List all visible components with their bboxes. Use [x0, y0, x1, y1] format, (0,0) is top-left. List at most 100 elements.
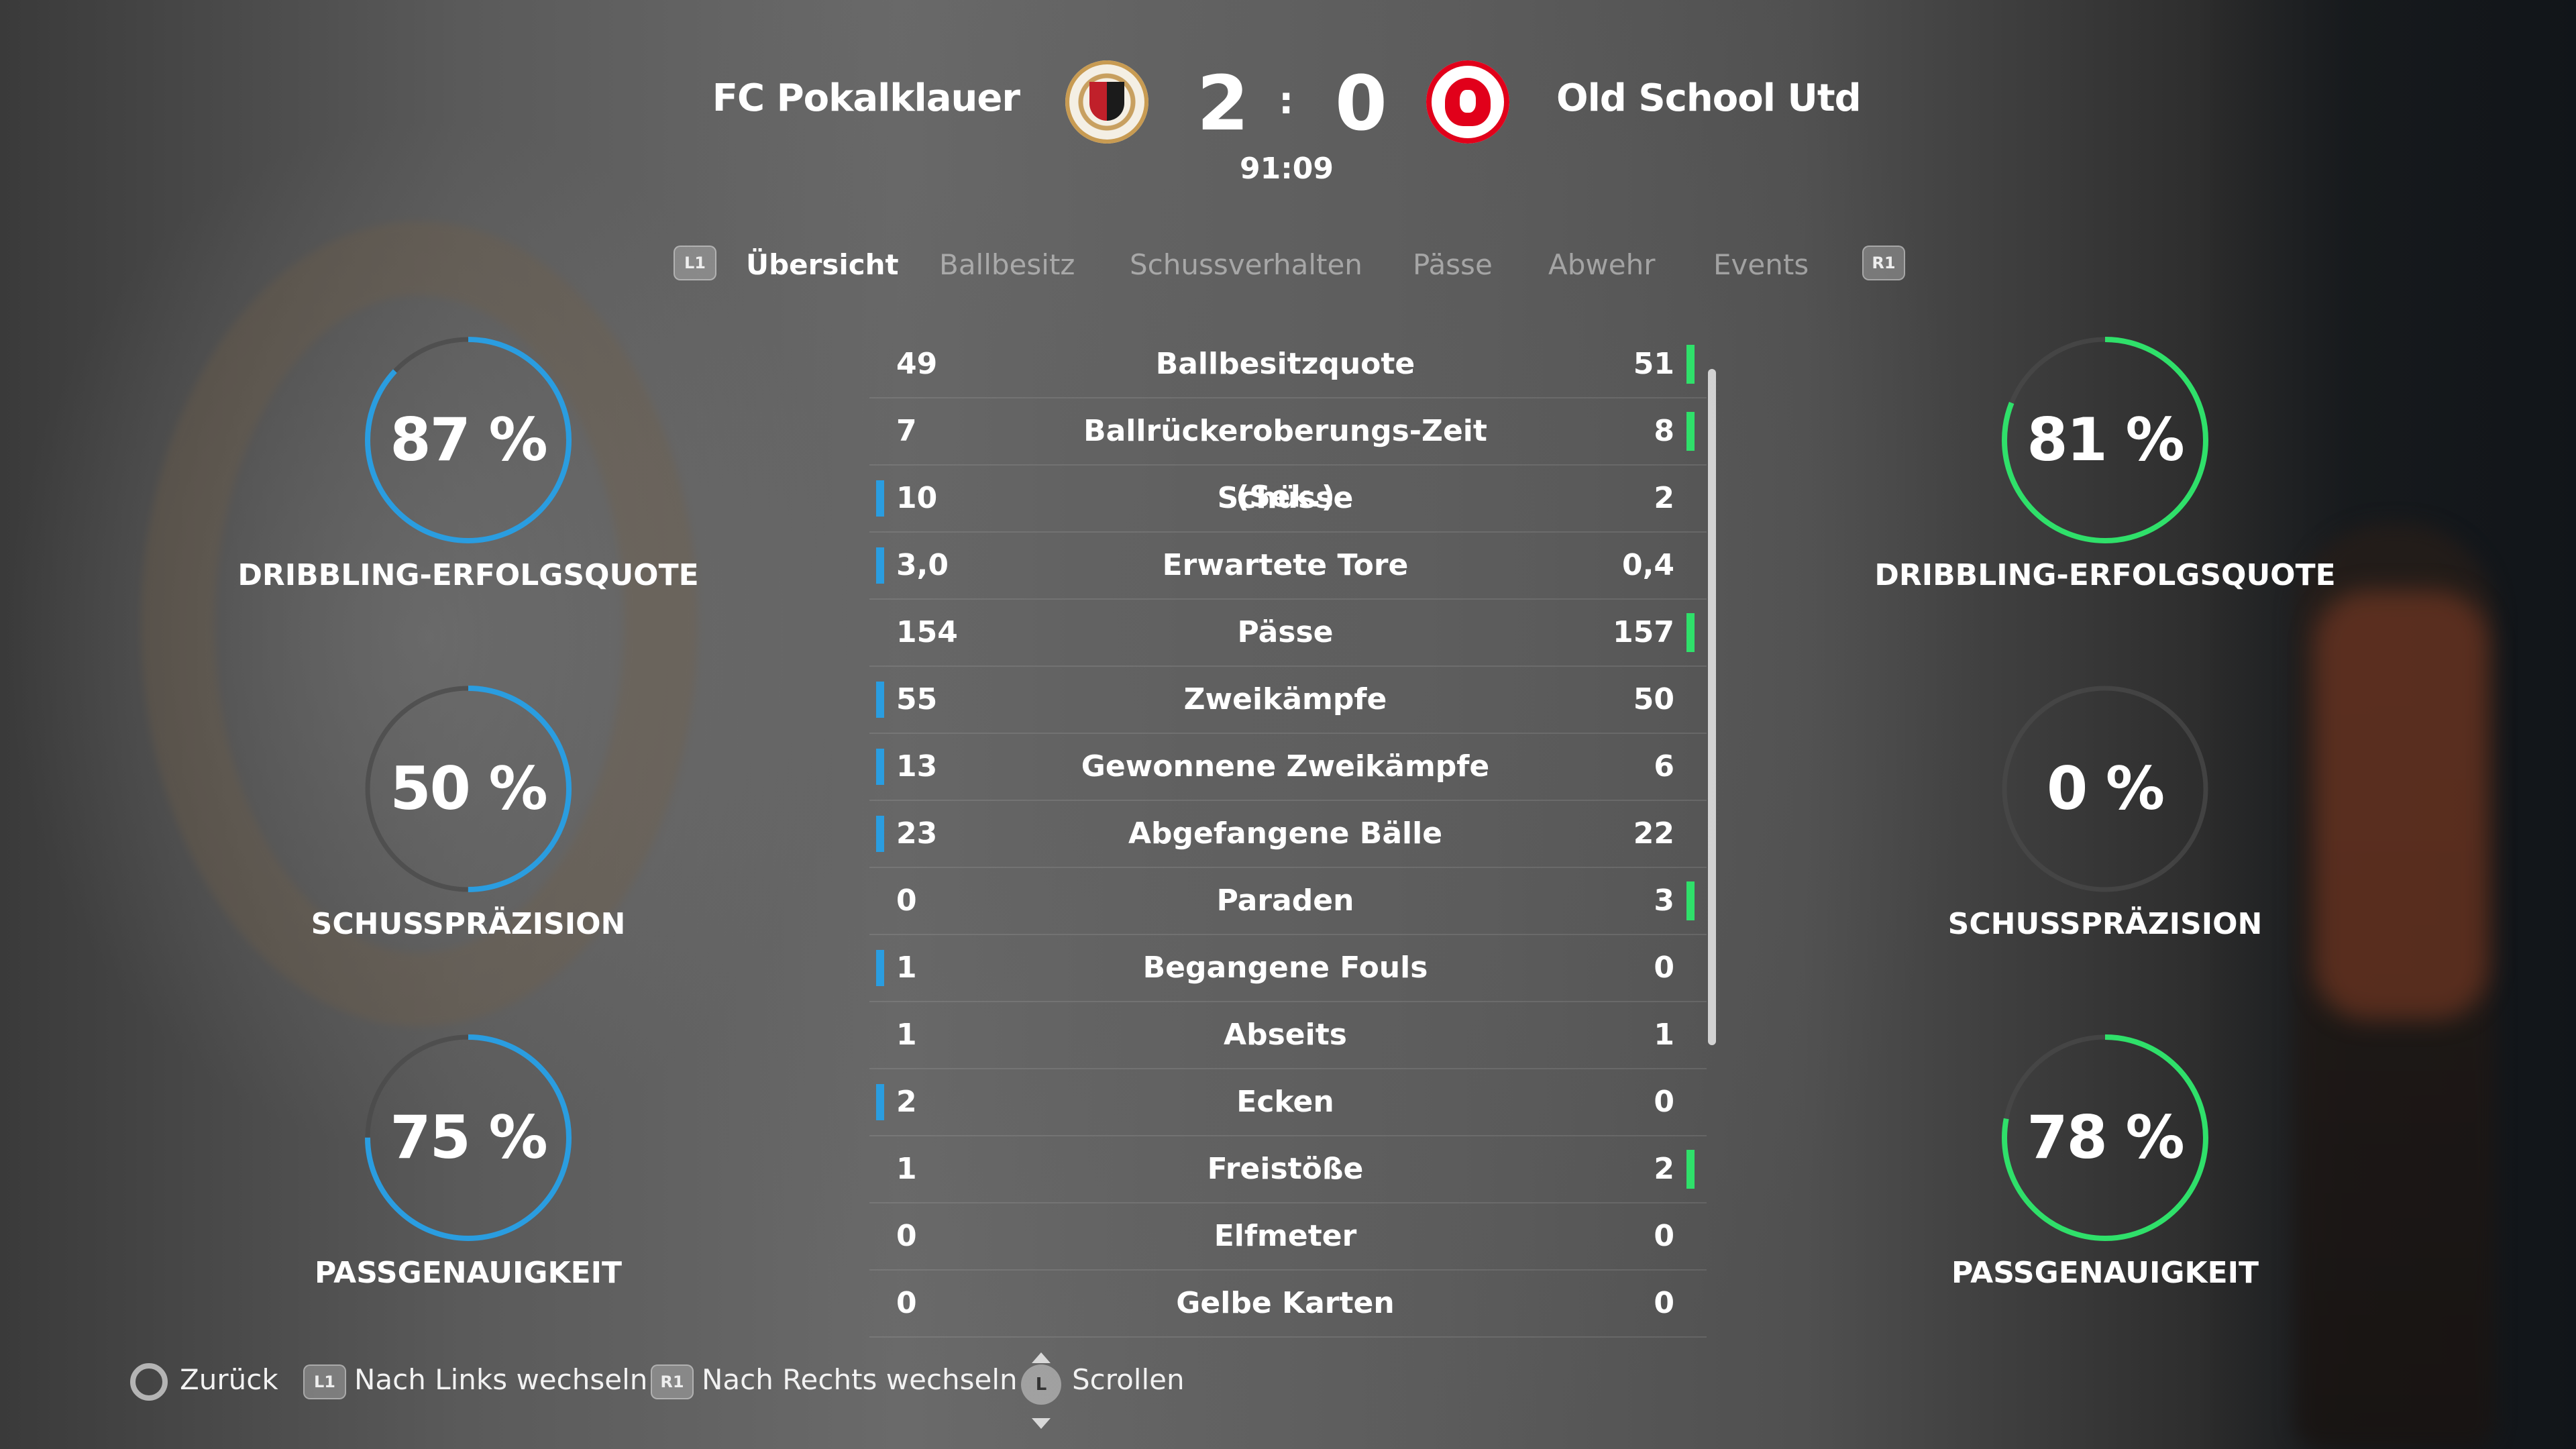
scoreboard: FC Pokalklauer 2 : 0 Old School Utd 91:0… — [0, 60, 2576, 186]
away-pass-accuracy-label: PASSGENAUIGKEIT — [1951, 1256, 2259, 1290]
eagle-crest-icon — [1426, 60, 1509, 144]
stat-label: Zweikämpfe — [1183, 682, 1387, 716]
away-leader-marker — [1686, 412, 1695, 451]
home-leader-marker — [876, 682, 884, 718]
away-score: 0 — [1335, 60, 1387, 148]
home-leader-marker — [876, 1084, 884, 1120]
l1-button-icon[interactable]: L1 — [303, 1364, 346, 1399]
home-shot-accuracy-label: SCHUSSPRÄZISION — [311, 907, 626, 941]
home-leader-marker — [876, 547, 884, 584]
away-stat-value: 51 — [1633, 347, 1674, 381]
table-row: 1 Freistöße 2 — [869, 1136, 1707, 1203]
ring-value: 0 % — [2046, 754, 2165, 823]
home-stat-value: 2 — [896, 1085, 917, 1119]
tab-ballbesitz[interactable]: Ballbesitz — [939, 248, 1075, 281]
table-row: 55 Zweikämpfe 50 — [869, 667, 1707, 734]
stats-scrollbar[interactable] — [1708, 369, 1716, 1045]
home-stat-value: 1 — [896, 1018, 917, 1052]
away-stat-value: 0 — [1654, 1085, 1674, 1119]
tab-schussverhalten[interactable]: Schussverhalten — [1130, 248, 1362, 281]
table-row: 49 Ballbesitzquote 51 — [869, 331, 1707, 398]
away-stat-value: 2 — [1654, 1152, 1674, 1186]
away-dribbling-ring: 81 % — [1998, 333, 2212, 547]
back-hint[interactable]: Zurück — [180, 1363, 278, 1396]
stat-label: Schüsse — [1217, 481, 1354, 515]
stat-label: Freistöße — [1207, 1152, 1364, 1186]
away-team-name: Old School Utd — [1556, 76, 1862, 120]
table-row: 7 Ballrückeroberungs-Zeit (Sek.) 8 — [869, 398, 1707, 514]
home-stat-value: 0 — [896, 883, 917, 918]
scrollbar-thumb[interactable] — [1708, 369, 1716, 1045]
home-score: 2 — [1197, 60, 1249, 148]
home-dribbling-label: DRIBBLING-ERFOLGSQUOTE — [237, 558, 699, 592]
away-leader-marker — [1686, 613, 1695, 652]
scroll-hint[interactable]: Scrollen — [1072, 1363, 1185, 1396]
table-row: 0 Elfmeter 0 — [869, 1203, 1707, 1271]
table-row: 1 Abseits 1 — [869, 1002, 1707, 1069]
away-stat-value: 157 — [1613, 615, 1674, 649]
chevron-up-icon — [1032, 1352, 1051, 1363]
away-stat-value: 0 — [1654, 1286, 1674, 1320]
home-stat-value: 10 — [896, 481, 938, 515]
stat-label: Elfmeter — [1214, 1219, 1357, 1253]
away-shot-accuracy-label: SCHUSSPRÄZISION — [1947, 907, 2263, 941]
bromley-crest-icon — [1065, 60, 1148, 144]
away-stat-value: 8 — [1654, 414, 1674, 448]
home-stat-value: 1 — [896, 951, 917, 985]
home-leader-marker — [876, 480, 884, 517]
ring-value: 81 % — [2027, 405, 2184, 474]
home-leader-marker — [876, 950, 884, 986]
home-stat-value: 3,0 — [896, 548, 949, 582]
home-leader-marker — [876, 816, 884, 852]
tab-uebersicht[interactable]: Übersicht — [746, 248, 899, 281]
table-row: 3,0 Erwartete Tore 0,4 — [869, 533, 1707, 600]
circle-button-icon[interactable] — [130, 1363, 168, 1401]
away-stat-value: 3 — [1654, 883, 1674, 918]
table-row: 0 Paraden 3 — [869, 868, 1707, 935]
stat-label: Begangene Fouls — [1142, 951, 1428, 985]
stat-label: Gelbe Karten — [1176, 1286, 1395, 1320]
match-clock: 91:09 — [1239, 152, 1334, 186]
chevron-down-icon — [1032, 1418, 1051, 1429]
table-row: 10 Schüsse 2 — [869, 466, 1707, 533]
away-stat-value: 50 — [1633, 682, 1674, 716]
home-stat-value: 154 — [896, 615, 958, 649]
home-pass-accuracy-ring: 75 % — [361, 1030, 576, 1245]
table-row: 0 Gelbe Karten 0 — [869, 1271, 1707, 1338]
background-vest — [2314, 590, 2489, 1020]
tab-events[interactable]: Events — [1713, 248, 1809, 281]
r1-button-icon[interactable]: R1 — [651, 1364, 694, 1399]
stats-tab-bar: L1 Übersicht Ballbesitz Schussverhalten … — [0, 243, 2576, 290]
table-row: 2 Ecken 0 — [869, 1069, 1707, 1136]
tab-abwehr[interactable]: Abwehr — [1548, 248, 1655, 281]
home-shot-accuracy-ring: 50 % — [361, 682, 576, 896]
table-row: 13 Gewonnene Zweikämpfe 6 — [869, 734, 1707, 801]
away-stat-value: 0,4 — [1622, 548, 1674, 582]
home-stat-value: 0 — [896, 1286, 917, 1320]
home-pass-accuracy-label: PASSGENAUIGKEIT — [314, 1256, 623, 1290]
tab-paesse[interactable]: Pässe — [1413, 248, 1493, 281]
away-shot-accuracy-ring: 0 % — [1998, 682, 2212, 896]
table-row: 154 Pässe 157 — [869, 600, 1707, 667]
home-team-name: FC Pokalklauer — [712, 76, 1020, 120]
switch-right-hint[interactable]: Nach Rechts wechseln — [702, 1363, 1018, 1396]
left-stick-icon[interactable]: L — [1021, 1364, 1061, 1405]
ring-value: 50 % — [390, 754, 547, 823]
away-stat-value: 6 — [1654, 749, 1674, 784]
away-stat-value: 0 — [1654, 1219, 1674, 1253]
ring-value: 75 % — [390, 1103, 547, 1172]
away-dribbling-label: DRIBBLING-ERFOLGSQUOTE — [1874, 558, 2336, 592]
home-stat-value: 0 — [896, 1219, 917, 1253]
ring-value: 87 % — [390, 405, 547, 474]
away-stat-value: 2 — [1654, 481, 1674, 515]
l1-button-icon[interactable]: L1 — [674, 246, 716, 280]
r1-button-icon[interactable]: R1 — [1862, 246, 1905, 280]
away-leader-marker — [1686, 881, 1695, 920]
home-leader-marker — [876, 749, 884, 785]
stat-label: Pässe — [1237, 615, 1334, 649]
score-separator: : — [1279, 79, 1294, 123]
stat-label: Erwartete Tore — [1162, 548, 1409, 582]
switch-left-hint[interactable]: Nach Links wechseln — [354, 1363, 647, 1396]
home-stat-value: 49 — [896, 347, 938, 381]
home-stat-value: 1 — [896, 1152, 917, 1186]
